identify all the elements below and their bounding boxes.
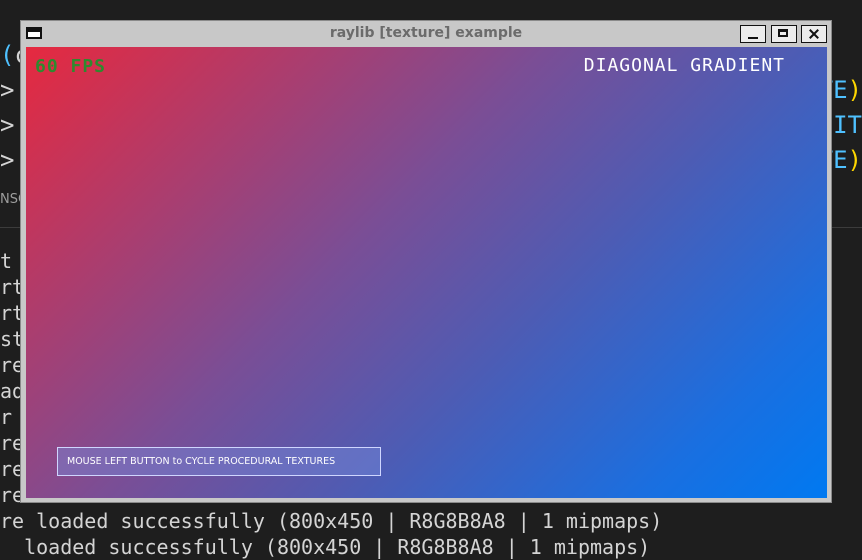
raylib-window[interactable]: raylib [texture] example 60 FPS DIAGONAL…: [20, 20, 832, 503]
minimize-button[interactable]: [740, 25, 766, 43]
output-line-loaded: re loaded successfully (800x450 | R8G8B8…: [0, 509, 663, 533]
window-title: raylib [texture] example: [329, 25, 523, 41]
instruction-box: MOUSE LEFT BUTTON to CYCLE PROCEDURAL TE…: [57, 447, 381, 476]
render-canvas[interactable]: 60 FPS DIAGONAL GRADIENT MOUSE LEFT BUTT…: [26, 47, 827, 498]
maximize-button[interactable]: [771, 25, 797, 43]
window-titlebar[interactable]: raylib [texture] example: [21, 21, 831, 47]
output-line: t: [0, 249, 13, 273]
output-line-loaded-partial: loaded successfully (800x450 | R8G8B8A8 …: [0, 535, 651, 559]
instruction-text: MOUSE LEFT BUTTON to CYCLE PROCEDURAL TE…: [67, 456, 336, 467]
fps-counter: 60 FPS: [35, 56, 107, 77]
close-button[interactable]: [801, 25, 827, 43]
output-line: r: [0, 405, 13, 429]
texture-name-label: DIAGONAL GRADIENT: [583, 55, 785, 76]
